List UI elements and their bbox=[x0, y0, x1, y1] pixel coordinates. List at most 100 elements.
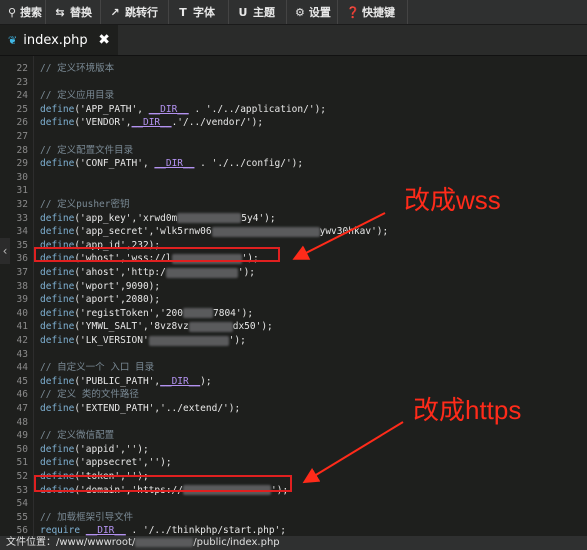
redacted-text bbox=[148, 335, 229, 346]
code-keyword: define bbox=[40, 321, 75, 333]
code-line[interactable]: define('appsecret',''); bbox=[40, 456, 172, 470]
line-number: 46 bbox=[16, 389, 28, 401]
replace-button[interactable]: ⇆ 替换 bbox=[46, 0, 101, 24]
code-line[interactable]: // 定义环境版本 bbox=[40, 62, 114, 76]
line-number: 33 bbox=[16, 212, 28, 224]
code-line[interactable]: define('VENDOR',__DIR__.'/../vendor/'); bbox=[40, 116, 263, 130]
code-text: __DIR__ bbox=[148, 103, 189, 115]
code-comment: // 定义应用目录 bbox=[40, 90, 115, 102]
code-line[interactable]: define('app_secret','wlk5rnw06 ywv30hkav'… bbox=[40, 225, 388, 239]
code-comment: // 定义环境版本 bbox=[40, 63, 115, 74]
code-text: .'/../vendor/'); bbox=[171, 117, 264, 129]
code-text: dx50'); bbox=[232, 321, 273, 333]
code-text: ywv30hkav'); bbox=[319, 226, 389, 238]
code-text: ('app_key','xrwd0m bbox=[74, 212, 178, 224]
code-text: ('wport',9090); bbox=[74, 280, 161, 292]
code-keyword: define bbox=[40, 117, 75, 129]
code-text: ('appid',''); bbox=[74, 443, 149, 455]
font-button[interactable]: T 字体 bbox=[169, 0, 229, 24]
code-text: . './../application/'); bbox=[188, 103, 327, 115]
line-number: 43 bbox=[16, 348, 28, 360]
line-number: 31 bbox=[16, 185, 28, 197]
code-text: 7804'); bbox=[213, 307, 254, 319]
code-line[interactable]: define('app_key','xrwd0m 5y4'); bbox=[40, 212, 276, 226]
theme-icon: U bbox=[238, 5, 248, 19]
code-line[interactable]: require __DIR__ . '/../thinkphp/start.ph… bbox=[40, 524, 286, 536]
status-bar: 文件位置：/www/wwwroot/ /public/index.php bbox=[0, 536, 587, 550]
code-text: __DIR__ bbox=[154, 158, 195, 170]
code-text: ('app_secret','wlk5rnw06 bbox=[74, 226, 212, 238]
code-editor[interactable]: 22 23 24 25 26 27 28 29 30 31 32 33 34 35 36 37 38 39 40 41… bbox=[0, 56, 587, 536]
code-text: __DIR__ bbox=[85, 525, 126, 536]
shortcut-label: 快捷键 bbox=[362, 6, 395, 19]
code-text: '); bbox=[228, 335, 246, 346]
code-line[interactable]: // 定义 类的文件路径 bbox=[40, 388, 139, 402]
code-line[interactable]: define('CONF_PATH', __DIR__ . './../conf… bbox=[40, 157, 303, 171]
code-keyword: define bbox=[40, 226, 75, 238]
code-text: . '/../thinkphp/start.php'; bbox=[125, 525, 286, 536]
replace-icon: ⇆ bbox=[55, 5, 65, 19]
code-line[interactable]: define('appid',''); bbox=[40, 443, 149, 457]
line-number: 26 bbox=[16, 117, 28, 129]
code-line[interactable]: // 定义配置文件目录 bbox=[40, 144, 133, 158]
code-line[interactable]: define('EXTEND_PATH','../extend/'); bbox=[40, 402, 240, 416]
code-line[interactable]: define('wport',9090); bbox=[40, 280, 160, 294]
close-icon[interactable]: ✖ bbox=[98, 32, 110, 48]
search-icon: ⚲ bbox=[8, 5, 17, 19]
line-number: 56 bbox=[16, 525, 28, 536]
code-text: ('PUBLIC_PATH', bbox=[74, 375, 161, 387]
code-line[interactable]: define('YMWL_SALT','8vz8vz dx50'); bbox=[40, 320, 273, 334]
search-label: 搜索 bbox=[20, 6, 43, 19]
tab-index-php[interactable]: ❦ index.php ✖ bbox=[0, 25, 118, 55]
redacted-text bbox=[211, 226, 320, 237]
tab-bar: ❦ index.php ✖ bbox=[0, 25, 587, 56]
code-line[interactable]: define('LK_VERSION' '); bbox=[40, 334, 246, 348]
line-number: 34 bbox=[16, 226, 28, 238]
code-line[interactable]: define('APP_PATH', __DIR__ . './../appli… bbox=[40, 103, 326, 117]
line-number: 50 bbox=[16, 443, 28, 455]
status-path-suffix: /public/index.php bbox=[193, 537, 280, 548]
redacted-path bbox=[135, 537, 194, 547]
search-button[interactable]: ⚲ 搜索 bbox=[0, 0, 46, 24]
code-line[interactable]: define('ahost','http:/ '); bbox=[40, 266, 255, 280]
code-line[interactable]: // 定义微信配置 bbox=[40, 429, 114, 443]
annotation-wss: 改成wss bbox=[404, 185, 501, 215]
collapse-sidebar-handle[interactable]: ‹ bbox=[0, 238, 10, 264]
code-line[interactable]: define('PUBLIC_PATH',__DIR__); bbox=[40, 375, 212, 389]
code-line[interactable]: // 定义应用目录 bbox=[40, 89, 114, 103]
toolbar: ⚲ 搜索 ⇆ 替换 ↗ 跳转行 T 字体 U 主题 ⚙ 设置 ❓ 快捷键 bbox=[0, 0, 587, 25]
code-keyword: define bbox=[40, 280, 75, 292]
code-line[interactable]: // 定义pusher密钥 bbox=[40, 198, 129, 212]
code-text: __DIR__ bbox=[160, 375, 201, 387]
code-line[interactable]: define('registToken','200 7804'); bbox=[40, 307, 253, 321]
code-text: '); bbox=[237, 267, 256, 278]
code-text: ('YMWL_SALT','8vz8vz bbox=[74, 321, 189, 333]
line-number: 24 bbox=[16, 90, 28, 102]
theme-button[interactable]: U 主题 bbox=[229, 0, 287, 24]
settings-button[interactable]: ⚙ 设置 bbox=[287, 0, 338, 24]
code-line[interactable]: // 自定义一个 入口 目录 bbox=[40, 361, 154, 375]
code-text: 5y4'); bbox=[241, 212, 276, 224]
highlight-box-line-36 bbox=[34, 247, 280, 262]
code-text: ); bbox=[200, 375, 212, 387]
status-path-prefix: /www/wwwroot/ bbox=[56, 537, 136, 548]
shortcut-button[interactable]: ❓ 快捷键 bbox=[338, 0, 408, 24]
code-keyword: define bbox=[40, 212, 75, 224]
code-text: ('aport',2080); bbox=[74, 294, 161, 306]
theme-label: 主题 bbox=[253, 6, 275, 19]
line-number: 53 bbox=[16, 484, 28, 496]
code-comment: // 定义微信配置 bbox=[40, 430, 115, 442]
goto-line-button[interactable]: ↗ 跳转行 bbox=[101, 0, 169, 24]
line-number: 38 bbox=[16, 280, 28, 292]
code-comment: // 定义配置文件目录 bbox=[40, 144, 134, 156]
goto-line-icon: ↗ bbox=[110, 5, 120, 19]
settings-label: 设置 bbox=[308, 6, 331, 19]
status-label: 文件位置： bbox=[6, 537, 56, 548]
code-keyword: define bbox=[40, 375, 75, 387]
code-line[interactable]: define('aport',2080); bbox=[40, 293, 160, 307]
code-line[interactable]: // 加载框架引导文件 bbox=[40, 511, 133, 525]
code-keyword: define bbox=[40, 443, 75, 455]
line-number: 28 bbox=[16, 144, 28, 156]
font-label: 字体 bbox=[193, 6, 215, 19]
line-number: 45 bbox=[16, 375, 28, 387]
